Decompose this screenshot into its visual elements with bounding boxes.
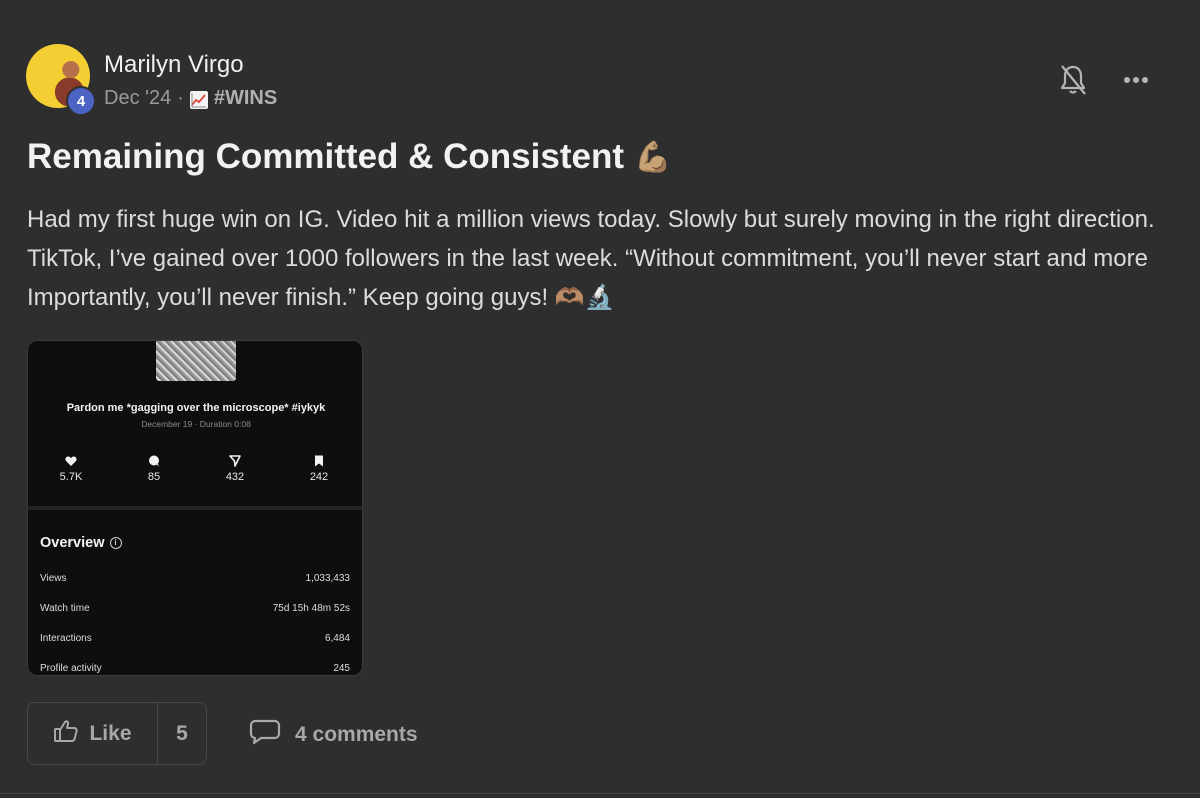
post-date: Dec '24 (104, 87, 172, 109)
overview-row: Watch time 75d 15h 48m 52s (40, 603, 350, 614)
like-control: Like 5 (27, 702, 207, 765)
stat-value: 85 (147, 471, 161, 483)
overview-heading: Overview i (40, 535, 122, 551)
comment-icon (119, 453, 189, 469)
post-category[interactable]: #WINS (214, 87, 277, 110)
comments-button[interactable]: 4 comments (249, 718, 418, 752)
info-icon: i (109, 537, 122, 549)
post-body: Had my first huge win on IG. Video hit a… (27, 206, 1155, 311)
overview-row: Interactions 6,484 (40, 633, 350, 644)
stat-value: 5.7K (59, 471, 83, 483)
overview-row: Profile activity 245 (40, 663, 350, 674)
stat-saves: 242 (284, 453, 354, 483)
stat-value: 242 (309, 471, 329, 483)
heart-icon (36, 453, 106, 469)
screenshot-divider (28, 506, 362, 510)
bell-off-icon[interactable] (1058, 63, 1088, 97)
attached-screenshot[interactable]: Pardon me *gagging over the microscope* … (27, 340, 363, 676)
like-count[interactable]: 5 (158, 703, 206, 764)
overview-label: Watch time (40, 603, 90, 614)
overview-label: Profile activity (40, 663, 102, 674)
overview-row: Views 1,033,433 (40, 573, 350, 584)
post-title-text: Remaining Committed & Consistent (27, 137, 624, 176)
author-avatar[interactable]: 4 (26, 44, 96, 116)
community-post: 4 Marilyn Virgo Dec '24 · #WINS Remainin… (0, 0, 1200, 798)
video-stats: 5.7K 85 432 242 (28, 453, 362, 493)
overview-value: 6,484 (324, 633, 350, 644)
overview-label: Views (40, 573, 67, 584)
comments-label: 4 comments (295, 723, 418, 746)
bookmark-icon (284, 453, 354, 469)
like-label: Like (89, 721, 132, 745)
share-icon (200, 453, 270, 469)
overview-value: 1,033,433 (305, 573, 351, 584)
post-title: Remaining Committed & Consistent 💪🏽 (27, 137, 671, 177)
video-caption: Pardon me *gagging over the microscope* … (66, 402, 326, 414)
overview-label: Interactions (40, 633, 92, 644)
stat-shares: 432 (200, 453, 270, 483)
post-divider (0, 793, 1200, 794)
overview-title: Overview (40, 535, 105, 551)
video-thumbnail (156, 341, 236, 381)
chart-increasing-icon (189, 90, 208, 109)
stat-likes: 5.7K (36, 453, 106, 483)
stat-comments: 85 (119, 453, 189, 483)
stat-value: 432 (225, 471, 245, 483)
more-options-icon[interactable] (1122, 70, 1152, 90)
overview-value: 75d 15h 48m 52s (272, 603, 350, 614)
flexed-biceps-icon: 💪🏽 (633, 140, 672, 174)
like-button[interactable]: Like (28, 703, 158, 764)
comment-bubble-icon (249, 718, 281, 752)
overview-value: 245 (333, 663, 350, 674)
video-date-duration: December 19 · Duration 0:08 (141, 419, 251, 429)
thumbs-up-icon (53, 719, 79, 749)
post-meta: Dec '24 · #WINS (104, 87, 277, 110)
author-name[interactable]: Marilyn Virgo (104, 51, 244, 79)
level-badge: 4 (66, 86, 96, 116)
meta-separator: · (177, 87, 184, 109)
